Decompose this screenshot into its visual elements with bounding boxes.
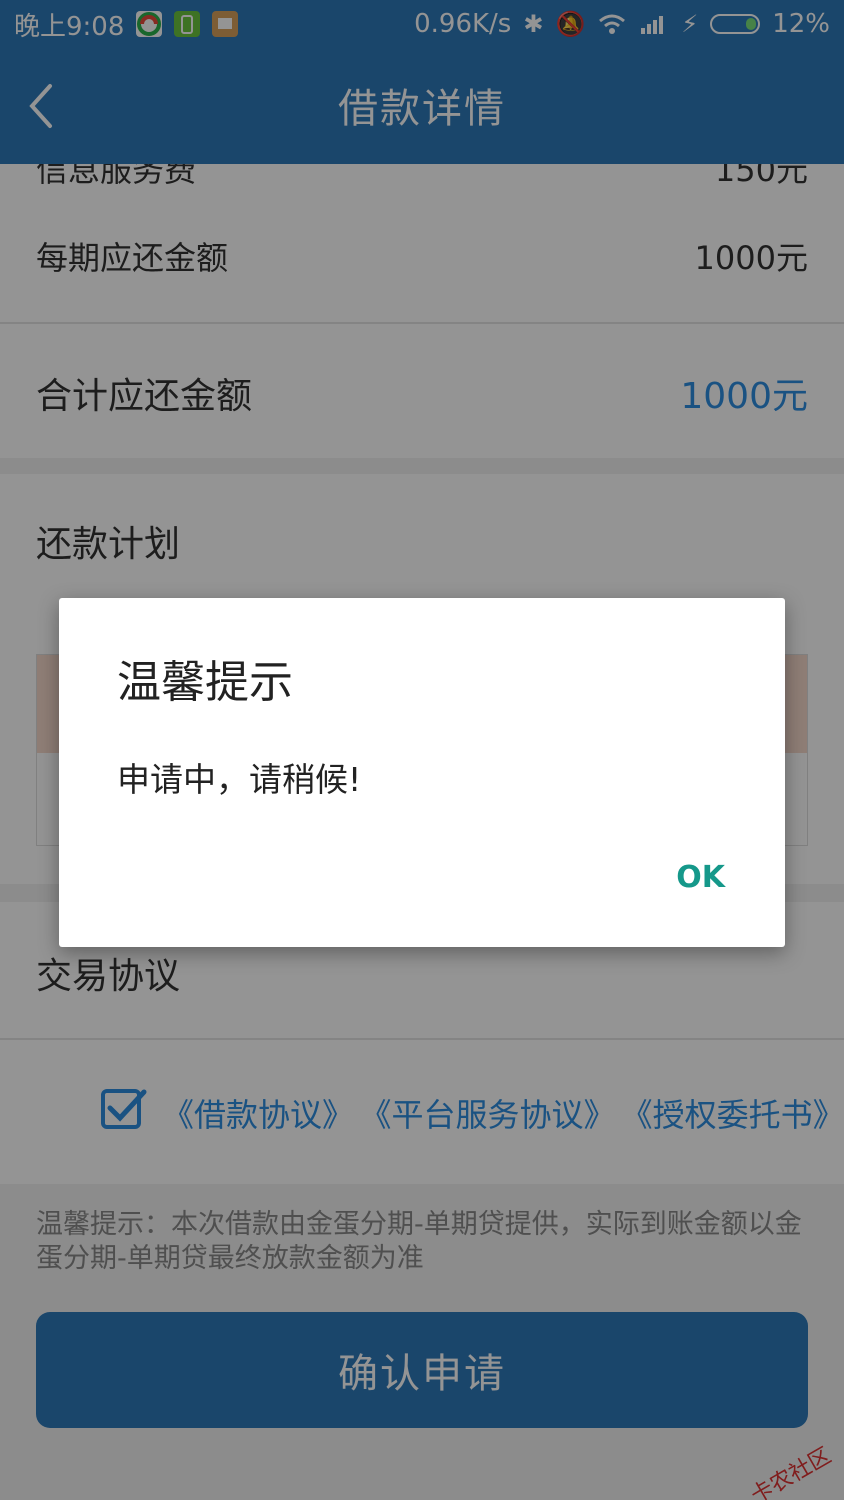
dialog-message: 申请中，请稍候!	[117, 760, 362, 799]
dialog-ok-button[interactable]: OK	[676, 860, 725, 895]
alert-dialog: 温馨提示 申请中，请稍候! OK	[59, 598, 785, 947]
dialog-title: 温馨提示	[117, 657, 293, 708]
